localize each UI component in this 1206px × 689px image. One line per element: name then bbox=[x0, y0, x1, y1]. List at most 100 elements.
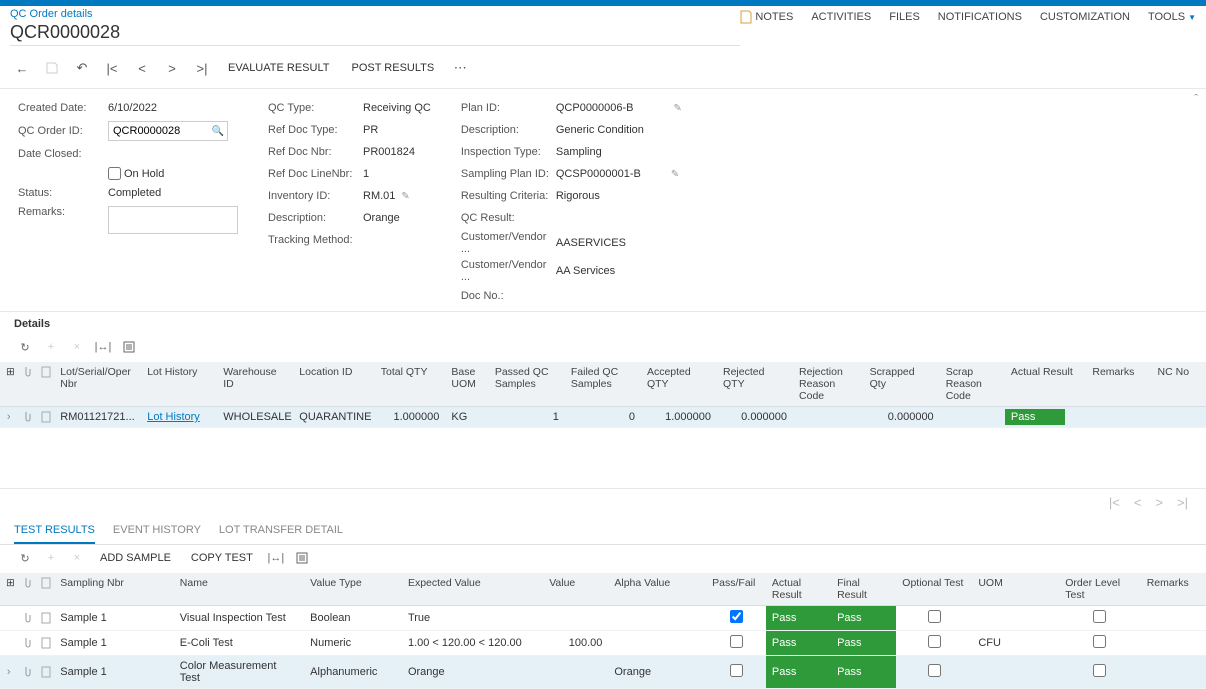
customization-link[interactable]: CUSTOMIZATION bbox=[1040, 11, 1130, 23]
col-nc[interactable]: NC No bbox=[1152, 362, 1206, 407]
details-grid[interactable]: ⊞ Lot/Serial/Oper Nbr Lot History Wareho… bbox=[0, 362, 1206, 428]
doc-icon[interactable] bbox=[35, 606, 55, 631]
tests-grid[interactable]: ⊞ Sampling Nbr Name Value Type Expected … bbox=[0, 573, 1206, 689]
col-scrap-reason[interactable]: Scrap Reason Code bbox=[940, 362, 1005, 407]
col-lot-history[interactable]: Lot History bbox=[141, 362, 217, 407]
clip-icon[interactable] bbox=[17, 631, 34, 656]
col-actual[interactable]: Actual Result bbox=[1005, 362, 1086, 407]
refresh-button[interactable]: ↻ bbox=[14, 336, 36, 358]
col-optional[interactable]: Optional Test bbox=[896, 573, 972, 606]
col-name[interactable]: Name bbox=[174, 573, 304, 606]
col-remarks[interactable]: Remarks bbox=[1141, 573, 1206, 606]
add-sample-button[interactable]: ADD SAMPLE bbox=[92, 552, 179, 564]
col-uom[interactable]: UOM bbox=[972, 573, 1059, 606]
page-last-icon[interactable]: >| bbox=[1177, 495, 1188, 510]
optional-checkbox[interactable] bbox=[928, 664, 941, 677]
passfail-checkbox[interactable] bbox=[730, 635, 743, 648]
qc-order-id-input[interactable] bbox=[108, 121, 228, 141]
prev-button[interactable]: < bbox=[130, 56, 154, 80]
passfail-checkbox[interactable] bbox=[730, 664, 743, 677]
back-button[interactable]: ← bbox=[10, 56, 34, 80]
col-total-qty[interactable]: Total QTY bbox=[375, 362, 446, 407]
col-passed[interactable]: Passed QC Samples bbox=[489, 362, 565, 407]
col-actual[interactable]: Actual Result bbox=[766, 573, 831, 606]
tab-test-results[interactable]: TEST RESULTS bbox=[14, 524, 95, 544]
doc-icon[interactable] bbox=[35, 631, 55, 656]
col-base-uom[interactable]: Base UOM bbox=[445, 362, 488, 407]
edit-icon[interactable]: ✎ bbox=[671, 169, 679, 180]
col-order-level[interactable]: Order Level Test bbox=[1059, 573, 1140, 606]
remarks-textarea[interactable] bbox=[108, 206, 238, 234]
col-value[interactable]: Value bbox=[543, 573, 608, 606]
export-button[interactable] bbox=[118, 336, 140, 358]
col-value-type[interactable]: Value Type bbox=[304, 573, 402, 606]
expand-icon[interactable] bbox=[0, 606, 17, 631]
next-button[interactable]: > bbox=[160, 56, 184, 80]
tab-event-history[interactable]: EVENT HISTORY bbox=[113, 524, 201, 544]
edit-icon[interactable]: ✎ bbox=[401, 191, 409, 202]
col-rej-reason[interactable]: Rejection Reason Code bbox=[793, 362, 864, 407]
tab-lot-transfer[interactable]: LOT TRANSFER DETAIL bbox=[219, 524, 343, 544]
save-button[interactable] bbox=[40, 56, 64, 80]
table-row[interactable]: › Sample 1 Color Measurement Test Alphan… bbox=[0, 656, 1206, 689]
col-sampling[interactable]: Sampling Nbr bbox=[54, 573, 174, 606]
more-button[interactable]: ⋯ bbox=[448, 56, 472, 80]
col-alpha[interactable]: Alpha Value bbox=[608, 573, 706, 606]
page-prev-icon[interactable]: < bbox=[1134, 495, 1142, 510]
add-row-button[interactable]: + bbox=[40, 547, 62, 569]
optional-checkbox[interactable] bbox=[928, 635, 941, 648]
clip-icon[interactable] bbox=[17, 407, 34, 428]
post-button[interactable]: POST RESULTS bbox=[343, 62, 442, 74]
copy-test-button[interactable]: COPY TEST bbox=[183, 552, 261, 564]
col-failed[interactable]: Failed QC Samples bbox=[565, 362, 641, 407]
clip-icon[interactable] bbox=[17, 606, 34, 631]
notifications-link[interactable]: NOTIFICATIONS bbox=[938, 11, 1022, 23]
col-passfail[interactable]: Pass/Fail bbox=[706, 573, 766, 606]
breadcrumb[interactable]: QC Order details bbox=[10, 8, 740, 20]
refresh-button[interactable]: ↻ bbox=[14, 547, 36, 569]
order-level-checkbox[interactable] bbox=[1093, 635, 1106, 648]
collapse-form-icon[interactable]: ˆ bbox=[1194, 93, 1198, 105]
optional-checkbox[interactable] bbox=[928, 610, 941, 623]
undo-button[interactable]: ↶ bbox=[70, 56, 94, 80]
table-row[interactable]: › RM01121721... Lot History WHOLESALE QU… bbox=[0, 407, 1206, 428]
order-level-checkbox[interactable] bbox=[1093, 610, 1106, 623]
fit-columns-button[interactable]: |↔| bbox=[265, 547, 287, 569]
col-remarks[interactable]: Remarks bbox=[1086, 362, 1151, 407]
last-button[interactable]: >| bbox=[190, 56, 214, 80]
page-first-icon[interactable]: |< bbox=[1109, 495, 1120, 510]
fit-columns-button[interactable]: |↔| bbox=[92, 336, 114, 358]
expand-icon[interactable]: › bbox=[0, 407, 17, 428]
doc-icon[interactable] bbox=[35, 407, 55, 428]
first-button[interactable]: |< bbox=[100, 56, 124, 80]
expand-icon[interactable]: › bbox=[0, 656, 17, 689]
expand-icon[interactable] bbox=[0, 631, 17, 656]
passfail-checkbox[interactable] bbox=[730, 610, 743, 623]
col-location[interactable]: Location ID bbox=[293, 362, 374, 407]
col-accepted[interactable]: Accepted QTY bbox=[641, 362, 717, 407]
col-rejected[interactable]: Rejected QTY bbox=[717, 362, 793, 407]
col-expected[interactable]: Expected Value bbox=[402, 573, 543, 606]
lookup-icon[interactable]: 🔍 bbox=[212, 126, 224, 137]
delete-row-button[interactable]: × bbox=[66, 547, 88, 569]
clip-icon[interactable] bbox=[17, 656, 34, 689]
col-final[interactable]: Final Result bbox=[831, 573, 896, 606]
delete-row-button[interactable]: × bbox=[66, 336, 88, 358]
table-row[interactable]: Sample 1 E-Coli Test Numeric 1.00 < 120.… bbox=[0, 631, 1206, 656]
export-button[interactable] bbox=[291, 547, 313, 569]
lot-history-link[interactable]: Lot History bbox=[147, 411, 200, 423]
doc-icon[interactable] bbox=[35, 656, 55, 689]
page-next-icon[interactable]: > bbox=[1155, 495, 1163, 510]
order-level-checkbox[interactable] bbox=[1093, 664, 1106, 677]
col-warehouse[interactable]: Warehouse ID bbox=[217, 362, 293, 407]
edit-icon[interactable]: ✎ bbox=[674, 103, 682, 114]
col-scrapped[interactable]: Scrapped Qty bbox=[864, 362, 940, 407]
on-hold-checkbox[interactable] bbox=[108, 167, 121, 180]
evaluate-button[interactable]: EVALUATE RESULT bbox=[220, 62, 337, 74]
tools-link[interactable]: TOOLS ▼ bbox=[1148, 11, 1196, 23]
add-row-button[interactable]: + bbox=[40, 336, 62, 358]
table-row[interactable]: Sample 1 Visual Inspection Test Boolean … bbox=[0, 606, 1206, 631]
activities-link[interactable]: ACTIVITIES bbox=[811, 11, 871, 23]
col-lot[interactable]: Lot/Serial/Oper Nbr bbox=[54, 362, 141, 407]
files-link[interactable]: FILES bbox=[889, 11, 920, 23]
